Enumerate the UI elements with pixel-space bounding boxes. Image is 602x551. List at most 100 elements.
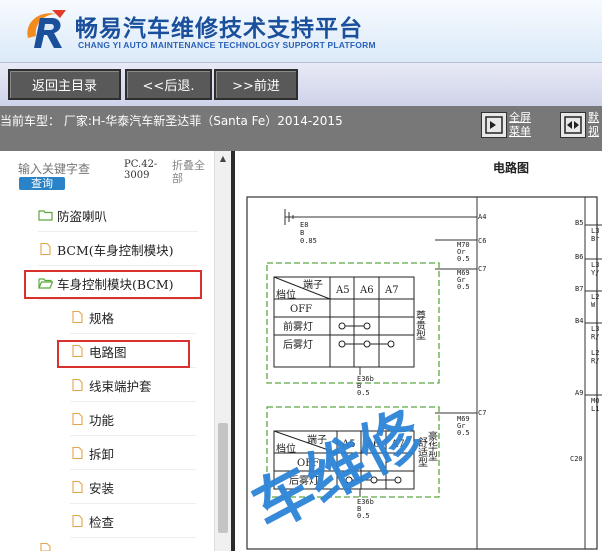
svg-text:A5: A5 <box>335 285 350 296</box>
svg-text:A7: A7 <box>390 439 405 450</box>
svg-text:C7: C7 <box>478 265 486 273</box>
tree-item-label: 线束端护套 <box>89 378 152 394</box>
brand-subtitle: CHANG YI AUTO MAINTENANCE TECHNOLOGY SUP… <box>78 40 376 50</box>
svg-text:B5: B5 <box>575 219 583 227</box>
cy-logo-icon <box>27 10 66 48</box>
sidebar-panel: 查询 PC.42-3009 折叠全部 防盗喇叭 BCM(车身控制模块) 车身控制… <box>0 151 214 551</box>
wire-label: 0.85 <box>300 237 317 245</box>
tree-item-bcm[interactable]: BCM(车身控制模块) <box>38 233 198 266</box>
scroll-up-arrow-icon[interactable]: ▲ <box>215 151 231 167</box>
tree-item-inspection[interactable]: 检查 <box>70 505 196 538</box>
svg-text:0.5: 0.5 <box>357 512 370 520</box>
collapse-all-link[interactable]: 折叠全部 <box>172 159 212 185</box>
svg-text:OFF: OFF <box>290 304 312 315</box>
tree-item-label: 防盗喇叭 <box>57 208 108 224</box>
tree-item-anti-theft-horn[interactable]: 防盗喇叭 <box>38 199 198 232</box>
svg-text:MO: MO <box>591 397 599 405</box>
svg-text:0.5: 0.5 <box>457 429 470 437</box>
svg-text:L3: L3 <box>591 227 599 235</box>
fullscreen-menu-icon[interactable] <box>481 112 507 138</box>
document-icon <box>40 543 51 551</box>
tree-item-label: 电路图 <box>89 344 127 360</box>
document-icon <box>72 481 83 493</box>
folder-open-icon <box>38 278 53 289</box>
tree-item-label: 功能 <box>89 412 115 428</box>
document-icon <box>40 243 51 255</box>
tree-item-label: 拆卸 <box>89 446 115 462</box>
svg-text:A6: A6 <box>365 439 380 450</box>
home-button[interactable]: 返回主目录 <box>8 69 121 100</box>
tree-item-harness-connector[interactable]: 线束端护套 <box>70 369 196 402</box>
pin-label: A4 <box>478 213 486 221</box>
vehicle-bar: 当前车型： 厂家:H-华泰汽车新圣达菲（Santa Fe）2014-2015 全… <box>0 106 602 151</box>
tree-item-removal[interactable]: 拆卸 <box>70 437 196 470</box>
document-icon <box>72 515 83 527</box>
tree-item-label: BCM(车身控制模块) <box>57 242 174 258</box>
svg-text:端子: 端子 <box>307 433 327 446</box>
svg-text:后雾灯: 后雾灯 <box>289 475 319 487</box>
svg-text:L1: L1 <box>591 405 599 413</box>
svg-text:R/: R/ <box>591 357 599 365</box>
default-view-icon[interactable] <box>560 112 586 138</box>
svg-text:前雾灯: 前雾灯 <box>283 320 313 333</box>
nav-bar: 返回主目录 <<后退. >>前进 <box>0 62 602 106</box>
svg-text:A5: A5 <box>341 439 356 450</box>
svg-text:B4: B4 <box>575 317 583 325</box>
fullscreen-menu-link[interactable]: 全屏 菜单 <box>509 111 531 139</box>
svg-text:档位: 档位 <box>276 288 296 301</box>
svg-text:尊贵型: 尊贵型 <box>414 309 426 340</box>
tree-item-circuit-diagram[interactable]: 电路图 <box>70 335 196 368</box>
header: 畅易汽车维修技术支持平台 CHANG YI AUTO MAINTENANCE T… <box>0 0 602 62</box>
svg-text:L3: L3 <box>591 325 599 333</box>
document-icon <box>72 379 83 391</box>
svg-text:R/: R/ <box>591 333 599 341</box>
keyword-search-input[interactable] <box>18 161 114 177</box>
svg-text:端子: 端子 <box>303 278 323 291</box>
svg-text:档位: 档位 <box>276 442 296 455</box>
tree-item-label: 检查 <box>89 514 115 530</box>
svg-text:后雾灯: 后雾灯 <box>283 339 313 351</box>
current-vehicle-text: 当前车型： 厂家:H-华泰汽车新圣达菲（Santa Fe）2014-2015 <box>0 114 343 128</box>
search-button[interactable]: 查询 <box>19 177 65 190</box>
tree-item-installation[interactable]: 安装 <box>70 471 196 504</box>
tree-item-label: 车身控制模块(BCM) <box>57 276 174 292</box>
svg-text:L2: L2 <box>591 349 599 357</box>
forward-button[interactable]: >>前进 <box>214 69 298 100</box>
svg-text:C7: C7 <box>478 409 486 417</box>
document-icon <box>72 345 83 357</box>
svg-text:B7: B7 <box>575 285 583 293</box>
pc-code-label: PC.42-3009 <box>124 159 158 181</box>
svg-text:A6: A6 <box>359 285 374 296</box>
tree-item-function[interactable]: 功能 <box>70 403 196 436</box>
brand-title: 畅易汽车维修技术支持平台 <box>75 16 363 42</box>
sidebar-scrollbar[interactable]: ▲ <box>214 151 231 551</box>
document-icon <box>72 447 83 459</box>
tree-item-specifications[interactable]: 规格 <box>70 301 196 334</box>
svg-text:A7: A7 <box>384 285 399 296</box>
tree-item-label: 规格 <box>89 310 115 326</box>
svg-text:A9: A9 <box>575 389 583 397</box>
document-icon <box>72 311 83 323</box>
tree-item-label: 安装 <box>89 480 115 496</box>
svg-text:0.5: 0.5 <box>457 255 470 263</box>
svg-text:L2: L2 <box>591 293 599 301</box>
document-area: 电路图 A4 E8 B 0.85 C6 M70 Or 0.5 C7 M69 Gr… <box>235 151 602 551</box>
svg-text:W: W <box>591 301 596 309</box>
svg-text:C20: C20 <box>570 455 583 463</box>
svg-text:OFF: OFF <box>297 458 319 469</box>
svg-text:L3: L3 <box>591 261 599 269</box>
scroll-thumb[interactable] <box>218 423 228 533</box>
document-icon <box>72 413 83 425</box>
svg-text:C6: C6 <box>478 237 486 245</box>
back-button[interactable]: <<后退. <box>125 69 212 100</box>
wire-label: E8 <box>300 221 308 229</box>
svg-text:Y/: Y/ <box>591 269 599 277</box>
svg-text:Br: Br <box>591 235 599 243</box>
svg-text:0.5: 0.5 <box>357 389 370 397</box>
svg-text:豪华型: 豪华型 <box>426 430 438 461</box>
default-view-link[interactable]: 默视 <box>588 111 599 139</box>
tree-item-body-control-module[interactable]: 车身控制模块(BCM) <box>38 267 198 300</box>
svg-text:B6: B6 <box>575 253 583 261</box>
document-title: 电路图 <box>493 161 530 175</box>
svg-text:0.5: 0.5 <box>457 283 470 291</box>
